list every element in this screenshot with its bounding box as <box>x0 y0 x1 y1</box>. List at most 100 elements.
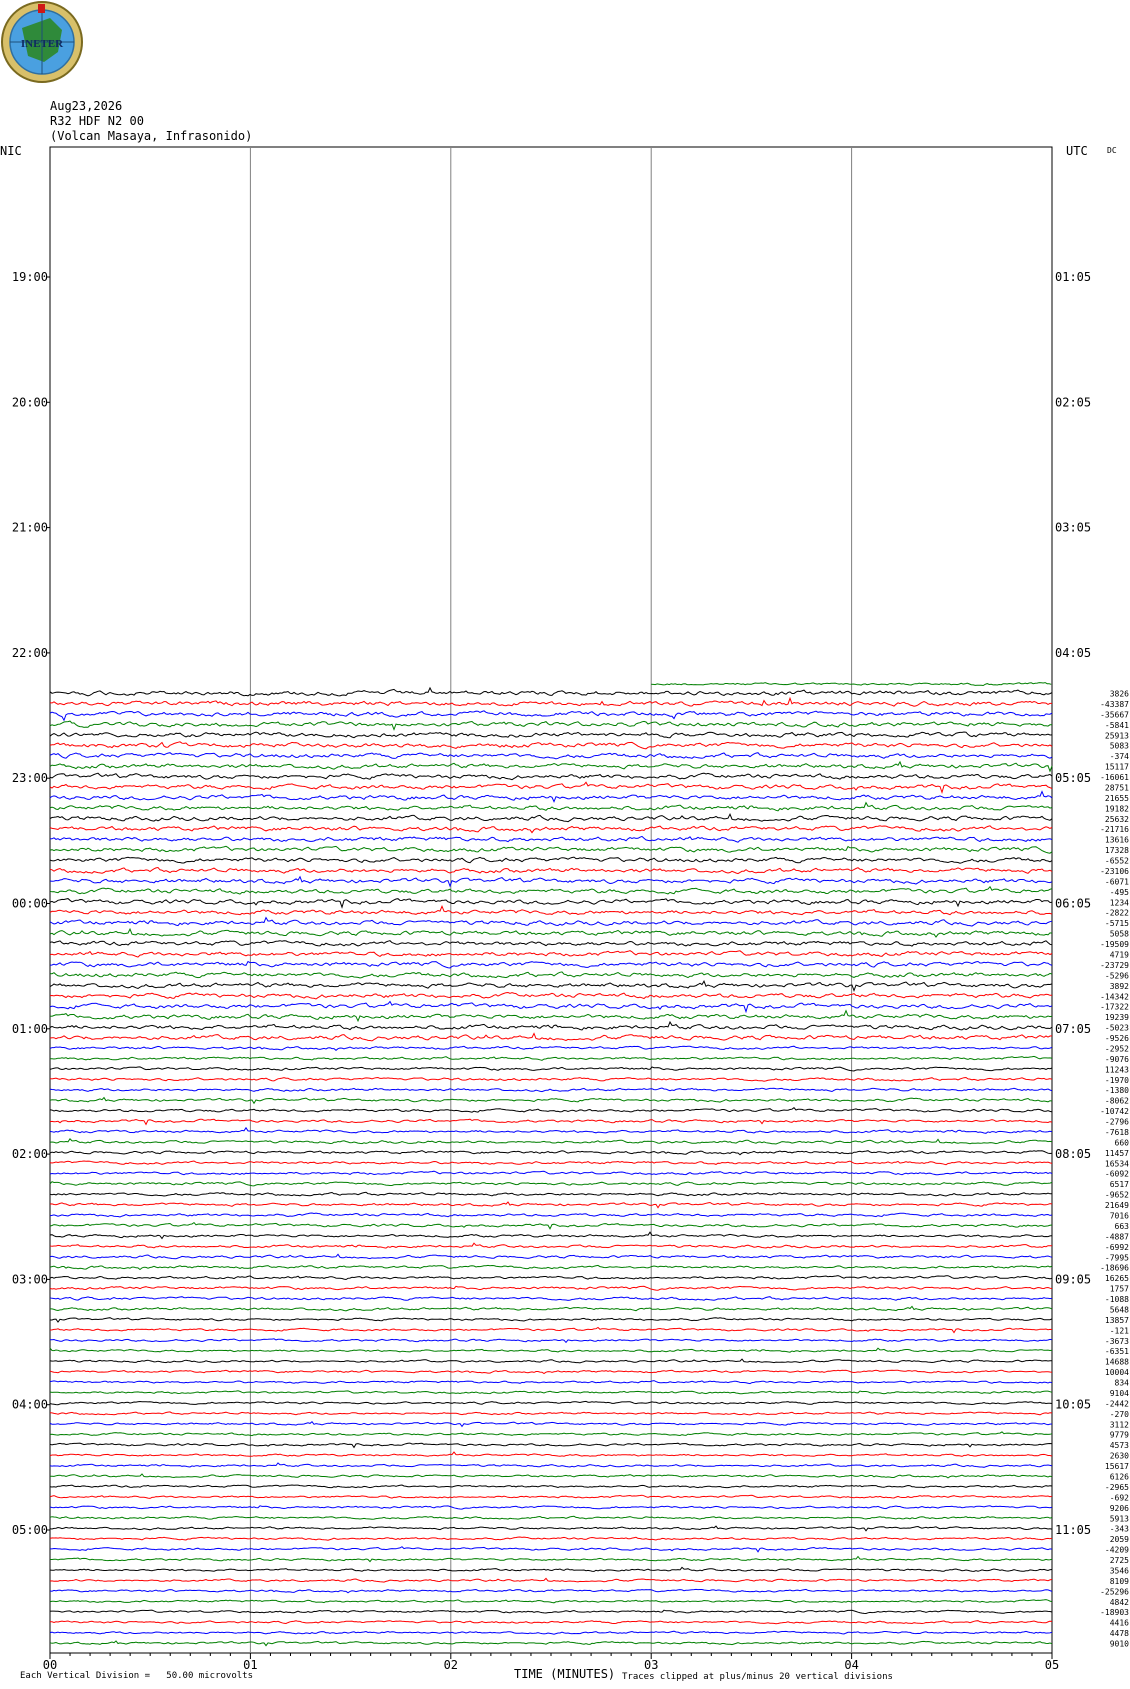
dc-offset-label: -10742 <box>1100 1107 1129 1116</box>
seismic-trace <box>49 940 1053 947</box>
seismic-trace <box>49 885 1053 895</box>
seismic-trace <box>49 1588 1053 1594</box>
seismic-trace <box>49 1420 1053 1428</box>
dc-offset-label: 5913 <box>1110 1514 1129 1523</box>
dc-offset-label: 21649 <box>1105 1201 1129 1210</box>
dc-offset-label: 21655 <box>1105 794 1129 803</box>
dc-offset-label: 9010 <box>1110 1640 1129 1649</box>
seismic-trace <box>49 1599 1053 1604</box>
seismic-trace <box>49 781 1053 795</box>
dc-offset-label: -35667 <box>1100 710 1129 719</box>
seismic-trace <box>49 1009 1053 1023</box>
dc-offset-label: 15617 <box>1105 1462 1129 1471</box>
seismic-trace <box>49 1566 1053 1572</box>
dc-offset-label: 5648 <box>1110 1305 1129 1314</box>
seismic-trace <box>49 1347 1053 1353</box>
seismic-trace <box>50 1546 1053 1553</box>
dc-offset-label: -14342 <box>1100 992 1129 1001</box>
left-time-label: 21:00 <box>12 521 48 535</box>
seismic-trace <box>49 1096 1053 1105</box>
seismic-trace <box>49 950 1053 958</box>
seismic-trace <box>49 1191 1053 1197</box>
left-time-label: 03:00 <box>12 1272 48 1286</box>
seismic-trace <box>49 720 1052 731</box>
seismic-trace <box>49 1066 1053 1072</box>
seismic-trace <box>49 741 1053 750</box>
dc-offset-label: 25632 <box>1105 815 1129 824</box>
x-axis-title: TIME (MINUTES) <box>514 1667 616 1681</box>
right-time-label: 07:05 <box>1055 1022 1091 1036</box>
seismic-trace <box>49 1525 1053 1532</box>
dc-offset-label: -5296 <box>1105 971 1129 980</box>
right-time-label: 03:05 <box>1055 521 1091 535</box>
dc-offset-label: 1234 <box>1110 898 1129 907</box>
dc-offset-label: 9104 <box>1110 1389 1129 1398</box>
seismic-trace <box>49 1150 1053 1156</box>
seismic-trace <box>50 1555 1053 1563</box>
seismic-trace <box>49 845 1053 854</box>
seismic-trace <box>49 1505 1053 1510</box>
seismic-trace <box>49 1000 1053 1014</box>
x-tick-label: 05 <box>1045 1658 1059 1672</box>
seismic-trace <box>49 1442 1053 1449</box>
dc-offset-label: -7618 <box>1105 1128 1129 1137</box>
seismic-trace <box>49 812 1053 823</box>
dc-offset-label: -18903 <box>1100 1608 1129 1617</box>
seismic-trace <box>49 1338 1053 1344</box>
left-time-label: 01:00 <box>12 1022 48 1036</box>
dc-offset-label: -2442 <box>1105 1399 1129 1408</box>
left-time-label: 02:00 <box>12 1147 48 1161</box>
seismic-trace <box>49 1181 1053 1187</box>
seismic-trace <box>49 927 1053 938</box>
header-date: Aug23,2026 <box>50 99 123 113</box>
dc-offset-label: 1757 <box>1110 1285 1129 1294</box>
dc-offset-label: 5083 <box>1110 742 1129 751</box>
seismic-trace <box>49 1138 1053 1145</box>
seismic-trace <box>49 825 1053 834</box>
seismic-trace <box>49 1076 1053 1082</box>
seismic-trace <box>49 1431 1053 1437</box>
dc-offset-label: -18696 <box>1100 1264 1129 1273</box>
dc-offset-label: 7016 <box>1110 1212 1129 1221</box>
seismic-trace <box>49 856 1053 864</box>
seismic-trace <box>49 760 1053 773</box>
seismic-trace <box>49 1242 1053 1249</box>
dc-offset-label: 9206 <box>1110 1504 1129 1513</box>
left-time-label: 05:00 <box>12 1523 48 1537</box>
seismic-trace <box>49 1264 1053 1271</box>
dc-offset-label: -343 <box>1110 1525 1129 1534</box>
dc-offset-label: 25913 <box>1105 731 1129 740</box>
dc-offset-label: -692 <box>1110 1493 1129 1502</box>
left-time-label: 00:00 <box>12 897 48 911</box>
dc-offset-label: 3112 <box>1110 1420 1129 1429</box>
dc-offset-label: 660 <box>1115 1138 1130 1147</box>
seismic-trace <box>50 1317 1053 1323</box>
dc-offset-label: 11243 <box>1105 1065 1129 1074</box>
dc-offset-label: 19182 <box>1105 804 1129 813</box>
right-time-label: 09:05 <box>1055 1272 1091 1286</box>
seismic-trace <box>49 904 1053 916</box>
seismic-trace <box>49 710 1053 722</box>
dc-offset-label: -1380 <box>1105 1086 1129 1095</box>
dc-offset-label: 19239 <box>1105 1013 1129 1022</box>
seismic-trace <box>49 875 1053 888</box>
dc-offset-label: 15117 <box>1105 763 1129 772</box>
right-time-label: 05:05 <box>1055 771 1091 785</box>
dc-offset-label: -17322 <box>1100 1003 1129 1012</box>
dc-offset-label: -5841 <box>1105 721 1129 730</box>
seismic-trace <box>49 971 1053 979</box>
dc-offset-label: -9652 <box>1105 1191 1129 1200</box>
dc-offset-label: 16534 <box>1105 1159 1129 1168</box>
dc-offset-label: -6992 <box>1105 1243 1129 1252</box>
seismic-trace <box>49 696 1052 707</box>
seismic-trace <box>49 1369 1053 1375</box>
dc-offset-label: 13857 <box>1105 1316 1129 1325</box>
dc-offset-label: 10004 <box>1105 1368 1129 1377</box>
left-time-label: 04:00 <box>12 1398 48 1412</box>
dc-offset-label: -5023 <box>1105 1024 1129 1033</box>
dc-offset-label: 3892 <box>1110 982 1129 991</box>
seismic-trace <box>49 752 1053 760</box>
dc-offset-label: 6126 <box>1110 1473 1129 1482</box>
dc-offset-label: 6517 <box>1110 1180 1129 1189</box>
dc-offset-label: -8062 <box>1105 1097 1129 1106</box>
